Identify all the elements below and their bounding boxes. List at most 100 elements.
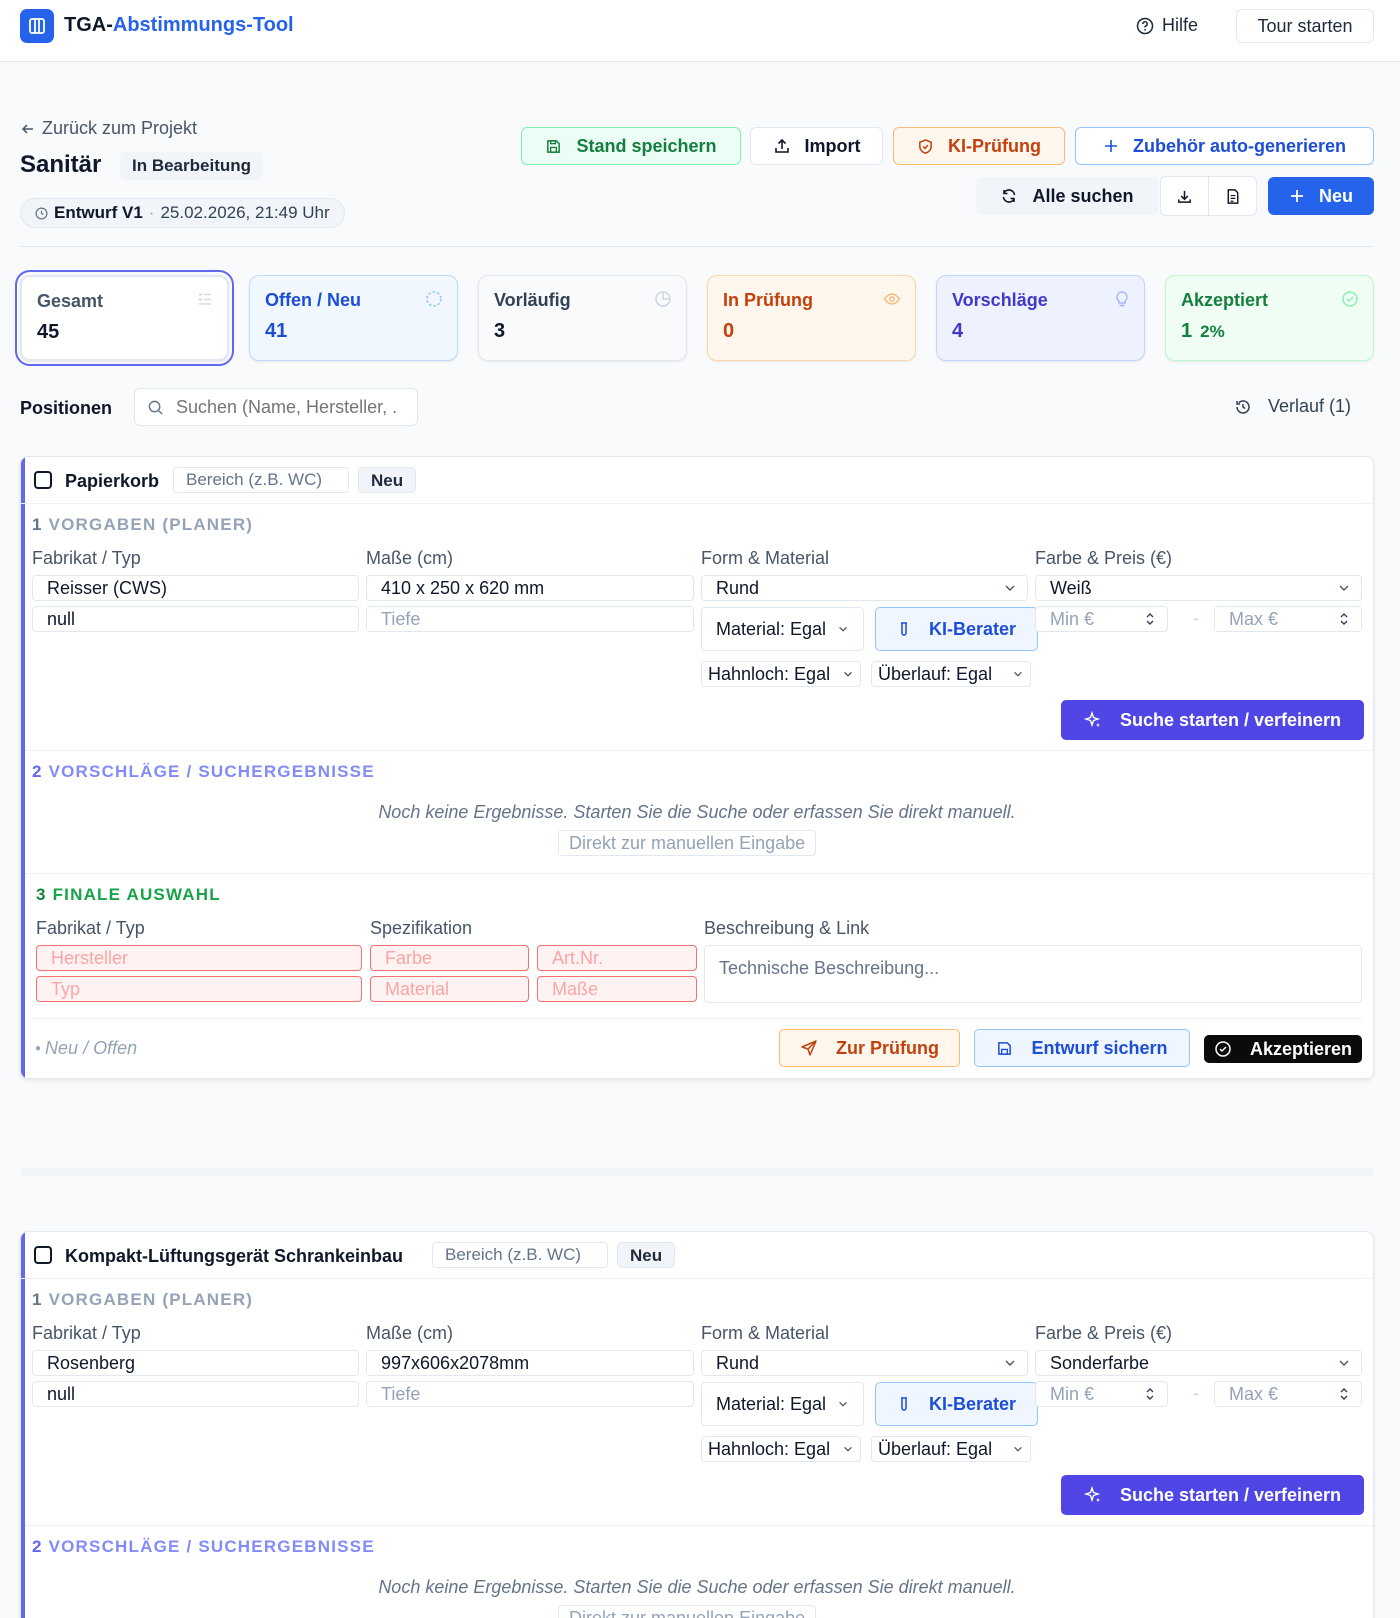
technical-description-field[interactable]: Technische Beschreibung... — [704, 945, 1362, 1003]
final-manufacturer-field[interactable]: Hersteller — [36, 945, 362, 971]
select-checkbox[interactable] — [34, 1246, 52, 1264]
save-draft-button[interactable]: Entwurf sichern — [974, 1029, 1190, 1067]
min-price-field[interactable]: Min € — [1035, 1381, 1168, 1407]
dimensions-field[interactable]: 410 x 250 x 620 mm — [366, 575, 694, 601]
depth-field[interactable]: Tiefe — [366, 606, 694, 632]
ki-advisor-button[interactable]: KI-Berater — [875, 1382, 1038, 1426]
download-button[interactable] — [1161, 177, 1208, 215]
material-dropdown[interactable]: Material: Egal — [701, 1382, 864, 1426]
positions-search-box — [134, 388, 418, 426]
manufacturer-field[interactable]: Rosenberg — [32, 1350, 359, 1376]
stat-label: Akzeptiert — [1181, 290, 1269, 310]
manual-entry-button[interactable]: Direkt zur manuellen Eingabe — [558, 830, 817, 856]
overflow-dropdown[interactable]: Überlauf: Egal — [871, 1436, 1031, 1462]
stat-value: 41 — [265, 320, 288, 342]
color-select[interactable]: Weiß — [1035, 575, 1362, 601]
stat-card-preliminary[interactable]: Vorläufig 3 — [478, 275, 687, 361]
tour-start-button[interactable]: Tour starten — [1236, 9, 1374, 43]
label-fabrikat: Fabrikat / Typ — [32, 548, 141, 568]
positions-heading: Positionen — [20, 398, 113, 418]
max-price-field[interactable]: Max € — [1214, 1381, 1362, 1407]
stat-card-open[interactable]: Offen / Neu 41 — [249, 275, 458, 361]
type-field[interactable]: null — [32, 606, 359, 632]
type-field[interactable]: null — [32, 1381, 359, 1407]
new-position-button[interactable]: Neu — [1268, 177, 1374, 215]
chevron-down-icon — [1005, 1360, 1015, 1366]
position-card: Kompakt-Lüftungsgerät Schrankeinbau Bere… — [20, 1231, 1374, 1618]
flask-icon — [900, 1397, 907, 1411]
material-dropdown[interactable]: Material: Egal — [701, 607, 864, 651]
form-select[interactable]: Rund — [701, 1350, 1028, 1376]
stat-card-in-review[interactable]: In Prüfung 0 — [707, 275, 916, 361]
search-refine-button[interactable]: Suche starten / verfeinern — [1061, 1475, 1364, 1515]
help-label: Hilfe — [1162, 15, 1199, 35]
chevron-down-icon — [1005, 585, 1015, 591]
help-link[interactable]: Hilfe — [1136, 15, 1198, 36]
depth-field[interactable]: Tiefe — [366, 1381, 694, 1407]
plus-icon — [1290, 190, 1303, 202]
back-to-project-link[interactable]: Zurück zum Projekt — [20, 118, 197, 139]
send-icon — [801, 1040, 817, 1056]
version-selector[interactable]: Entwurf V1 · 25.02.2026, 21:49 Uhr — [20, 198, 345, 228]
arrow-left-icon — [21, 123, 33, 134]
label-fabrikat-final: Fabrikat / Typ — [36, 918, 145, 938]
chevron-down-icon — [1339, 585, 1349, 591]
label-fabrikat: Fabrikat / Typ — [32, 1323, 141, 1343]
label-form: Form & Material — [701, 548, 830, 568]
final-dimensions-field[interactable]: Maße — [537, 976, 697, 1002]
save-state-button[interactable]: Stand speichern — [521, 127, 741, 165]
auto-generate-accessories-button[interactable]: Zubehör auto-generieren — [1075, 127, 1374, 165]
search-icon — [148, 400, 163, 415]
stat-card-total[interactable]: Gesamt 45 — [15, 270, 234, 366]
dimensions-field[interactable]: 997x606x2078mm — [366, 1350, 694, 1376]
section-final-selection-title: 3 FINALE AUSWAHL — [36, 885, 221, 904]
manual-entry-button[interactable]: Direkt zur manuellen Eingabe — [558, 1605, 817, 1618]
search-all-label: Alle suchen — [1032, 185, 1134, 206]
positions-search-input[interactable] — [176, 396, 396, 418]
range-separator: - — [1193, 608, 1199, 628]
max-price-field[interactable]: Max € — [1214, 606, 1362, 632]
download-icon — [1178, 190, 1191, 203]
area-input[interactable]: Bereich (z.B. WC) — [173, 467, 349, 493]
stepper-icon — [1146, 1388, 1154, 1400]
stat-card-accepted[interactable]: Akzeptiert 1 2% — [1165, 275, 1374, 361]
final-type-field[interactable]: Typ — [36, 976, 362, 1002]
submit-review-button[interactable]: Zur Prüfung — [779, 1029, 960, 1067]
version-date: 25.02.2026, 21:49 Uhr — [160, 203, 330, 222]
search-all-button[interactable]: Alle suchen — [976, 177, 1158, 215]
final-article-number-field[interactable]: Art.Nr. — [537, 945, 697, 971]
section-requirements-title: 1 VORGABEN (PLANER) — [32, 515, 254, 534]
search-refine-button[interactable]: Suche starten / verfeinern — [1061, 700, 1364, 740]
area-input[interactable]: Bereich (z.B. WC) — [432, 1242, 608, 1268]
color-value: Weiß — [1050, 577, 1092, 598]
material-label: Material: Egal — [716, 618, 827, 639]
overflow-dropdown[interactable]: Überlauf: Egal — [871, 661, 1031, 687]
version-name: Entwurf V1 — [54, 203, 143, 222]
stat-value: 4 — [952, 320, 964, 342]
form-value: Rund — [716, 577, 760, 598]
min-price-field[interactable]: Min € — [1035, 606, 1168, 632]
section-suggestions-title: 2 VORSCHLÄGE / SUCHERGEBNISSE — [32, 1537, 375, 1556]
form-select[interactable]: Rund — [701, 575, 1028, 601]
section-divider — [25, 1525, 1373, 1526]
tap-hole-dropdown[interactable]: Hahnloch: Egal — [701, 1436, 861, 1462]
report-button[interactable] — [1209, 177, 1256, 215]
ki-advisor-button[interactable]: KI-Berater — [875, 607, 1038, 651]
shield-icon — [919, 138, 932, 154]
manufacturer-field[interactable]: Reisser (CWS) — [32, 575, 359, 601]
accept-button[interactable]: Akzeptieren — [1204, 1035, 1362, 1063]
history-button[interactable]: Verlauf (1) — [1234, 396, 1351, 417]
import-button[interactable]: Import — [750, 127, 883, 165]
ki-check-button[interactable]: KI-Prüfung — [893, 127, 1065, 165]
color-select[interactable]: Sonderfarbe — [1035, 1350, 1362, 1376]
final-material-field[interactable]: Material — [370, 976, 529, 1002]
tap-hole-dropdown[interactable]: Hahnloch: Egal — [701, 661, 861, 687]
chevron-down-icon — [839, 1401, 847, 1407]
position-card: Papierkorb Bereich (z.B. WC) Neu 1 VORGA… — [20, 456, 1374, 1079]
position-name[interactable]: Kompakt-Lüftungsgerät Schrankeinbau — [65, 1246, 403, 1267]
history-label: Verlauf (1) — [1268, 396, 1352, 416]
select-checkbox[interactable] — [34, 471, 52, 489]
stat-card-suggestions[interactable]: Vorschläge 4 — [936, 275, 1145, 361]
final-color-field[interactable]: Farbe — [370, 945, 529, 971]
position-name[interactable]: Papierkorb — [65, 471, 159, 492]
